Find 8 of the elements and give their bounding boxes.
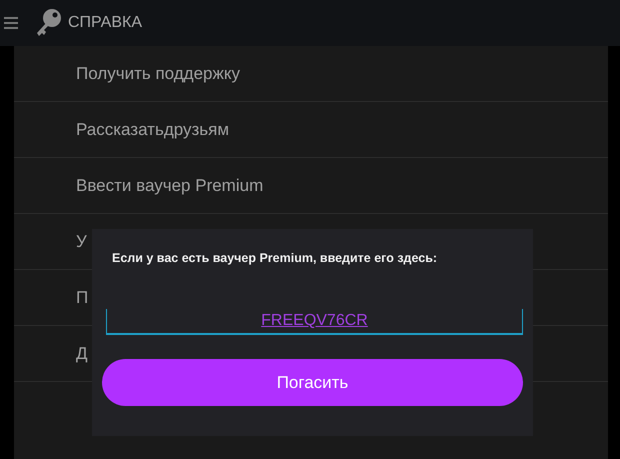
menu-item[interactable]: Получить поддержку (14, 46, 608, 102)
header-title: СПРАВКА (68, 14, 142, 32)
menu-item[interactable]: Рассказатьдрузьям (14, 102, 608, 158)
redeem-button[interactable]: Погасить (102, 359, 523, 406)
menu-item[interactable]: Ввести ваучер Premium (14, 158, 608, 214)
menu-icon[interactable] (4, 15, 18, 31)
key-icon (34, 8, 62, 38)
dialog-message: Если у вас есть ваучер Premium, введите его здесь: (112, 251, 438, 265)
